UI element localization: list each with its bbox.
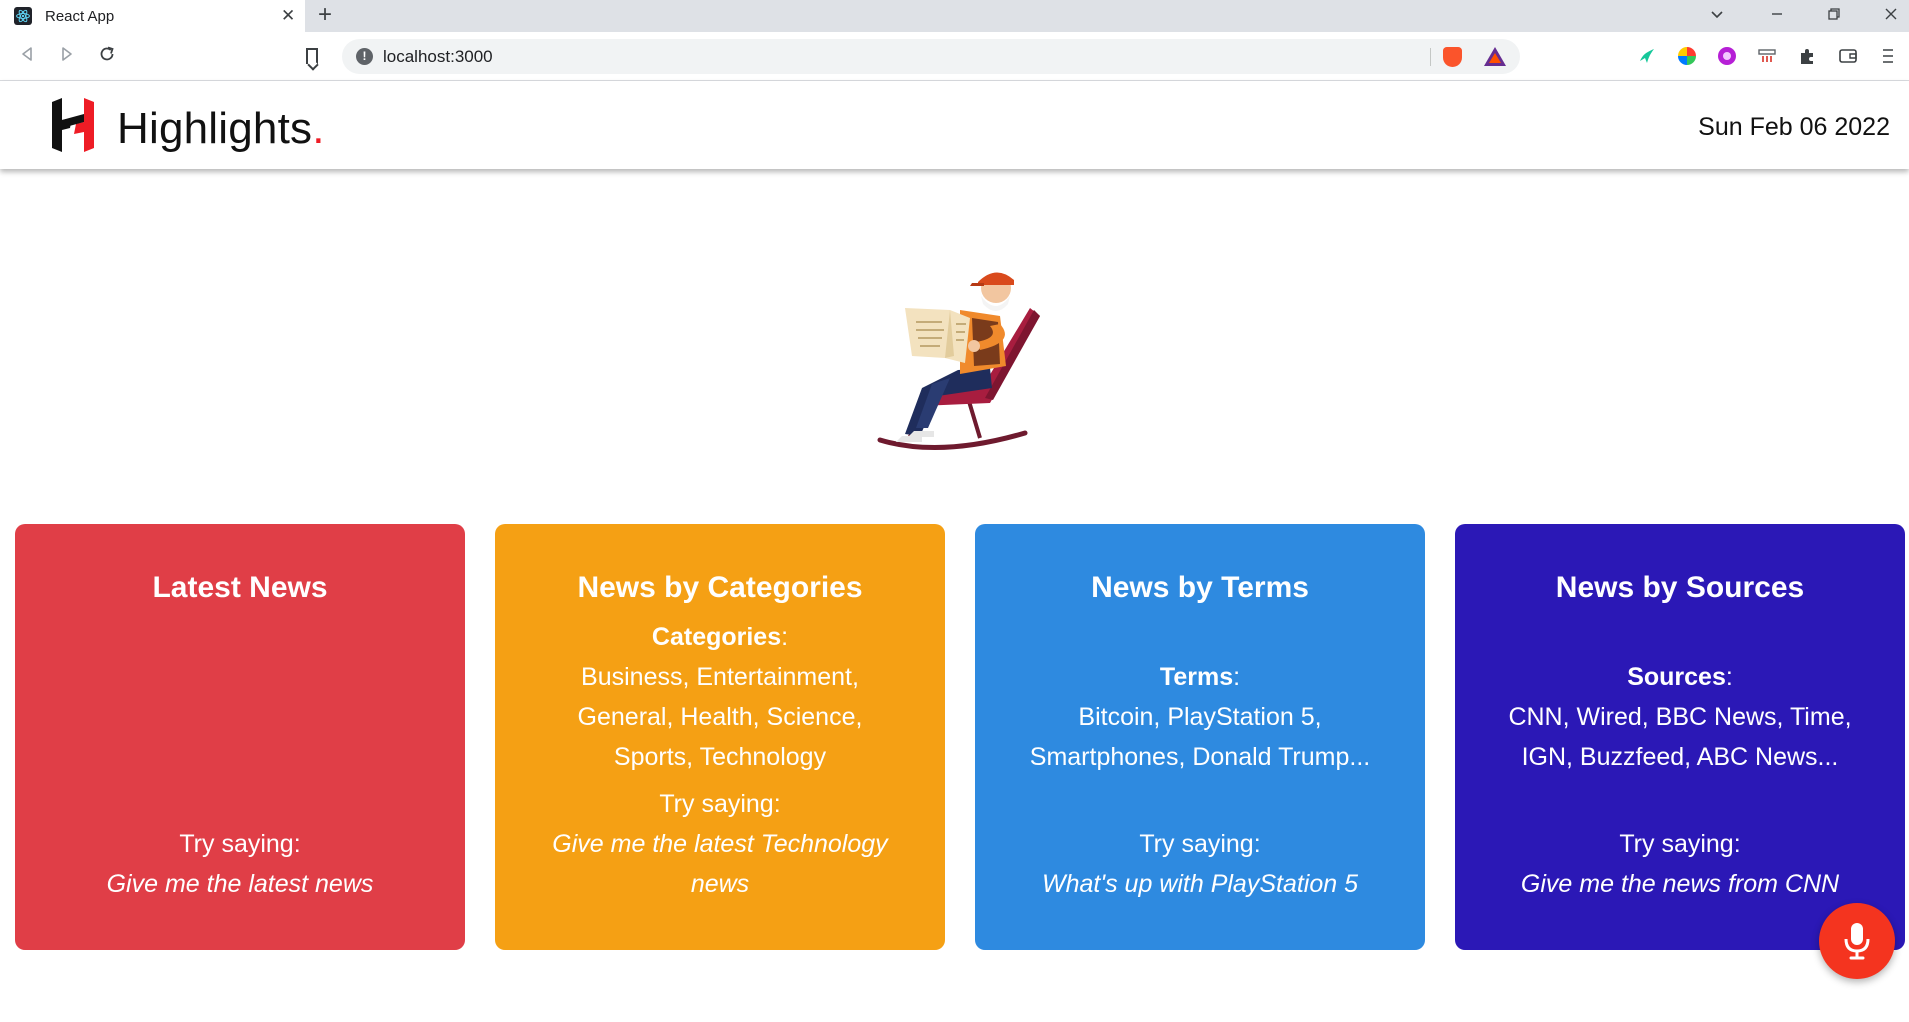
extension-grid-icon[interactable] [1757, 46, 1777, 66]
brand-dot: . [312, 104, 325, 153]
extensions-puzzle-icon[interactable] [1797, 46, 1817, 66]
card-title: News by Terms [1091, 571, 1309, 604]
info-label: Terms [1159, 663, 1234, 691]
card-title: Latest News [152, 571, 328, 604]
info-label: Categories [651, 623, 782, 651]
menu-icon[interactable] [1881, 46, 1895, 66]
site-info-icon[interactable]: ! [356, 48, 373, 65]
info-line: CNN, Wired, BBC News, Time, [1508, 703, 1852, 731]
brave-shields-icon[interactable] [1443, 47, 1462, 67]
try-saying-block: Try saying: What's up with PlayStation 5 [1000, 824, 1400, 904]
try-saying-block: Try saying: Give me the news from CNN [1480, 824, 1880, 904]
card-title: News by Sources [1555, 571, 1805, 604]
tab-search-dropdown-icon[interactable] [1709, 6, 1725, 27]
info-line: Smartphones, Donald Trump... [1029, 743, 1371, 771]
forward-button[interactable] [58, 45, 76, 67]
extension-hummingbird-icon[interactable] [1637, 46, 1657, 66]
voice-assistant-button[interactable] [1819, 903, 1895, 979]
info-line: General, Health, Science, [577, 703, 863, 731]
info-heading: Categories: [520, 617, 920, 657]
brand-name: Highlights [117, 104, 313, 153]
current-date: Sun Feb 06 2022 [1698, 113, 1890, 141]
react-favicon-icon [14, 7, 32, 25]
try-saying-block: Try saying: Give me the latest Technolog… [520, 784, 920, 904]
restore-button[interactable] [1826, 6, 1842, 27]
try-saying-label: Try saying: [1619, 830, 1741, 858]
try-saying-block: Try saying: Give me the latest news [40, 824, 440, 904]
info-colon: : [1725, 663, 1733, 691]
microphone-icon [1844, 923, 1870, 960]
url-text[interactable]: localhost:3000 [383, 47, 493, 67]
sources-info: Sources: CNN, Wired, BBC News, Time, IGN… [1480, 657, 1880, 777]
categories-info: Categories: Business, Entertainment, Gen… [520, 617, 920, 777]
info-heading: Sources: [1480, 657, 1880, 697]
close-window-button[interactable] [1883, 6, 1899, 27]
extension-purple-circle-icon[interactable] [1717, 46, 1737, 66]
brand-title[interactable]: Highlights. [117, 105, 325, 153]
browser-window: React App ✕ + ! localhost:3000 Highlight… [0, 0, 1909, 1022]
tab-close-icon[interactable]: ✕ [281, 7, 295, 25]
info-line: Bitcoin, PlayStation 5, [1078, 703, 1322, 731]
app-header: Highlights. Sun Feb 06 2022 [0, 81, 1909, 169]
try-saying-example: Give me the news from CNN [1520, 870, 1840, 898]
info-line: IGN, Buzzfeed, ABC News... [1521, 743, 1839, 771]
highlights-logo[interactable] [50, 98, 96, 152]
extension-color-wheel-icon[interactable] [1677, 46, 1697, 66]
try-saying-example: Give me the latest news [106, 870, 374, 898]
tab-title: React App [45, 8, 115, 25]
card-news-by-categories[interactable]: News by Categories Categories: Business,… [495, 524, 945, 950]
new-tab-button[interactable]: + [318, 3, 332, 27]
try-saying-label: Try saying: [1139, 830, 1261, 858]
address-bar[interactable]: ! localhost:3000 [342, 39, 1520, 74]
card-news-by-sources[interactable]: News by Sources Sources: CNN, Wired, BBC… [1455, 524, 1905, 950]
card-news-by-terms[interactable]: News by Terms Terms: Bitcoin, PlayStatio… [975, 524, 1425, 950]
tab-react-app[interactable]: React App ✕ [0, 0, 305, 32]
back-button[interactable] [18, 45, 36, 67]
info-colon: : [781, 623, 789, 651]
minimize-button[interactable] [1769, 6, 1785, 27]
brave-rewards-icon[interactable] [1484, 47, 1506, 66]
try-saying-label: Try saying: [179, 830, 301, 858]
info-colon: : [1233, 663, 1241, 691]
wallet-icon[interactable] [1838, 46, 1858, 66]
try-saying-example: Give me the latest Technology news [552, 830, 888, 898]
info-heading: Terms: [1000, 657, 1400, 697]
tab-strip: React App ✕ + [0, 0, 1909, 32]
try-saying-example: What's up with PlayStation 5 [1041, 870, 1359, 898]
info-line: Sports, Technology [613, 743, 827, 771]
reload-button[interactable] [98, 45, 116, 67]
browser-toolbar: ! localhost:3000 [0, 32, 1909, 81]
info-line: Business, Entertainment, [581, 663, 859, 691]
card-title: News by Categories [577, 571, 863, 604]
card-latest-news[interactable]: Latest News Try saying: Give me the late… [15, 524, 465, 950]
try-saying-label: Try saying: [659, 790, 781, 818]
man-reading-newspaper-illustration [877, 272, 1040, 450]
terms-info: Terms: Bitcoin, PlayStation 5, Smartphon… [1000, 657, 1400, 777]
bookmark-icon[interactable] [306, 48, 318, 64]
omnibox-divider [1430, 48, 1431, 66]
info-label: Sources [1627, 663, 1726, 691]
